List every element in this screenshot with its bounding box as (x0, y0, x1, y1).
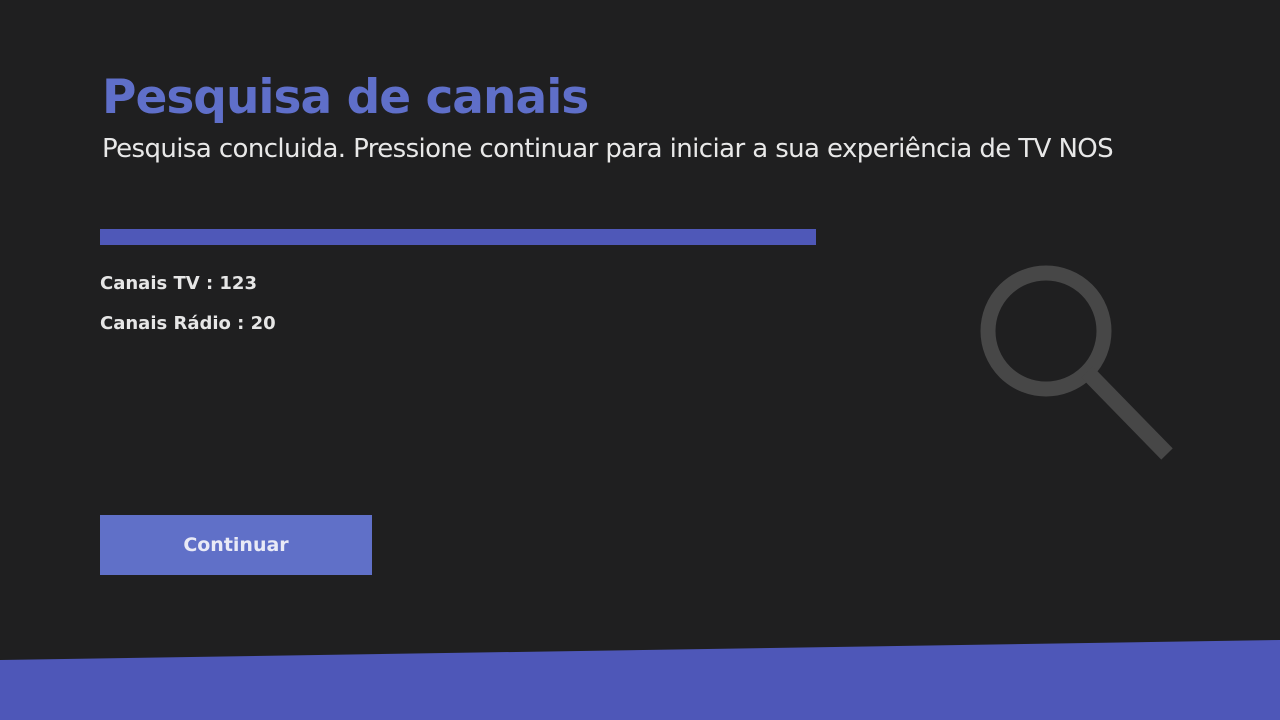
continue-button[interactable]: Continuar (100, 515, 372, 575)
search-progress-fill (100, 229, 816, 245)
channel-search-screen: Pesquisa de canais Pesquisa concluida. P… (0, 0, 1280, 720)
bottom-decorative-band (0, 640, 1280, 720)
search-icon (980, 265, 1173, 460)
tv-channels-count: Canais TV : 123 (100, 273, 257, 294)
page-subtitle: Pesquisa concluida. Pressione continuar … (102, 134, 1114, 164)
page-title: Pesquisa de canais (102, 70, 589, 125)
search-progress-bar (100, 229, 816, 245)
radio-channels-count: Canais Rádio : 20 (100, 313, 276, 334)
